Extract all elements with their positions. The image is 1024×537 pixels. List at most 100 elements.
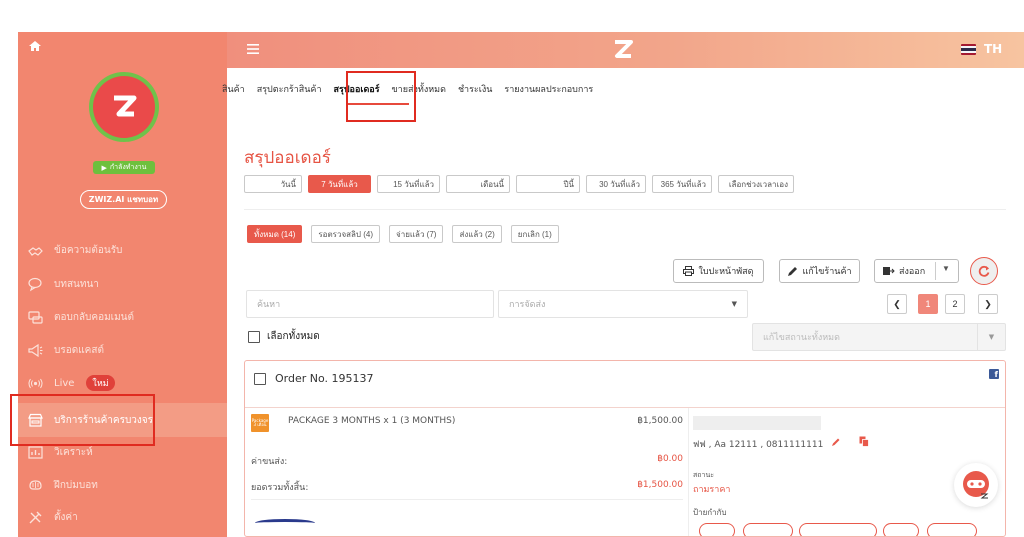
- export-icon: [883, 267, 895, 275]
- chatbot-button[interactable]: ZWIZ.AI แชทบอท: [80, 190, 167, 209]
- order-item-line: PACKAGE 3 MONTHS x 1 (3 MONTHS): [288, 416, 456, 426]
- filter-shipped-button[interactable]: ส่งแล้ว (2): [452, 225, 502, 243]
- printer-icon: [683, 266, 695, 276]
- filter-cancelled-button[interactable]: ยกเลิก (1): [510, 225, 559, 243]
- play-icon: ▶: [101, 163, 107, 172]
- refresh-icon: [978, 265, 990, 277]
- tab-products[interactable]: สินค้า: [222, 82, 245, 96]
- brand-logo: [89, 72, 159, 142]
- copy-icon[interactable]: [859, 436, 869, 447]
- caret-down-icon: ▼: [977, 324, 1005, 350]
- sidebar-item-broadcast[interactable]: บรอดแคสต์: [18, 334, 227, 366]
- shipping-fee-label: ค่าขนส่ง:: [251, 457, 288, 467]
- zwiz-logo-icon: [114, 95, 137, 117]
- tag-pill[interactable]: [799, 523, 877, 536]
- sidebar: ▶ กำลังทำงาน ZWIZ.AI แชทบอท ข้อความต้อนร…: [18, 32, 227, 537]
- tab-cart-summary[interactable]: สรุปตะกร้าสินค้า: [257, 82, 322, 96]
- date-range-group: วันนี้ 7 วันที่แล้ว 15 วันที่แล้ว เดือนน…: [244, 175, 794, 193]
- brain-icon: [29, 479, 42, 490]
- top-header: TH: [227, 32, 1024, 68]
- new-badge: ใหม่: [86, 375, 115, 391]
- sidebar-item-welcome[interactable]: ข้อความต้อนรับ: [18, 234, 227, 266]
- shipping-fee-value: ฿0.00: [657, 454, 683, 464]
- megaphone-icon: [28, 343, 43, 357]
- prev-page-button[interactable]: ❮: [887, 294, 907, 314]
- comment-reply-icon: [28, 310, 43, 324]
- tag-pill[interactable]: [699, 523, 735, 536]
- language-selector[interactable]: TH: [984, 42, 1002, 56]
- bot-status-badge[interactable]: ▶ กำลังทำงาน: [93, 161, 155, 174]
- edit-address-icon[interactable]: [831, 437, 841, 447]
- customer-address: ฟฟ , Aa 12111 , 0811111111: [693, 440, 824, 450]
- next-page-button[interactable]: ❯: [978, 294, 998, 314]
- pencil-icon: [788, 266, 798, 276]
- highlight-box-sidebar: [10, 394, 155, 446]
- export-button[interactable]: ส่งออก ▼: [874, 259, 959, 283]
- zwiz-header-logo-icon: [615, 40, 633, 58]
- filter-paid-button[interactable]: จ่ายแล้ว (7): [389, 225, 444, 243]
- highlight-box-tab: [346, 71, 416, 122]
- facebook-icon: f: [989, 369, 999, 379]
- select-all-control[interactable]: เลือกทั้งหมด: [248, 329, 320, 344]
- range-365days-button[interactable]: 365 วันที่แล้ว: [652, 175, 712, 193]
- grand-total-value: ฿1,500.00: [637, 480, 683, 490]
- tag-pill[interactable]: [927, 523, 977, 536]
- status-heading: สถานะ: [693, 471, 714, 479]
- range-15days-button[interactable]: 15 วันที่แล้ว: [377, 175, 440, 193]
- hamburger-menu-icon[interactable]: [247, 44, 259, 54]
- section-divider: [244, 209, 1006, 210]
- caret-down-icon: ▼: [731, 300, 737, 308]
- refresh-button[interactable]: [970, 257, 998, 285]
- bulk-status-select[interactable]: แก้ไขสถานะทั้งหมด ▼: [752, 323, 1006, 351]
- tag-heading: ป้ายกำกับ: [693, 508, 727, 517]
- chevron-down-icon: ▼: [942, 264, 950, 273]
- shipping-select[interactable]: การจัดส่ง ▼: [498, 290, 748, 318]
- tag-pill[interactable]: [883, 523, 919, 536]
- app-root: ▶ กำลังทำงาน ZWIZ.AI แชทบอท ข้อความต้อนร…: [0, 0, 1024, 537]
- live-broadcast-icon: [28, 378, 43, 388]
- sidebar-item-conversation[interactable]: บทสนทนา: [18, 268, 227, 300]
- order-item-price: ฿1,500.00: [637, 416, 683, 426]
- product-thumbnail: Package 3 เดือน: [251, 414, 269, 432]
- page-1-button[interactable]: 1: [918, 294, 938, 314]
- chat-widget-button[interactable]: [954, 463, 998, 507]
- sidebar-item-train-bot[interactable]: ฝึกบ่มบอท: [18, 469, 227, 501]
- search-input[interactable]: ค้นหา: [246, 290, 494, 318]
- sidebar-item-settings[interactable]: ตั้งค่า: [18, 501, 227, 533]
- select-all-checkbox[interactable]: [248, 330, 260, 343]
- chatbot-avatar-icon: [963, 471, 989, 499]
- analytics-icon: [28, 445, 43, 459]
- edit-store-button[interactable]: แก้ไขร้านค้า: [779, 259, 860, 283]
- handshake-icon: [28, 246, 43, 256]
- range-today-button[interactable]: วันนี้: [244, 175, 302, 193]
- chat-bubbles-icon: [28, 277, 42, 291]
- filter-pending-slip-button[interactable]: รอตรวจสลิป (4): [311, 225, 381, 243]
- filter-all-button[interactable]: ทั้งหมด (14): [247, 225, 303, 243]
- sidebar-item-comment-reply[interactable]: ตอบกลับคอมเมนต์: [18, 301, 227, 333]
- home-icon[interactable]: [28, 39, 42, 53]
- range-7days-button[interactable]: 7 วันที่แล้ว: [308, 175, 371, 193]
- print-label-button[interactable]: ใบปะหน้าพัสดุ: [673, 259, 764, 283]
- range-custom-button[interactable]: เลือกช่วงเวลาเอง: [718, 175, 794, 193]
- settings-tools-icon: [29, 511, 42, 523]
- grand-total-label: ยอดรวมทั้งสิ้น:: [251, 483, 309, 493]
- page-title: สรุปออเดอร์: [244, 148, 331, 168]
- order-checkbox[interactable]: [254, 372, 266, 385]
- tab-performance-report[interactable]: รายงานผลประกอบการ: [504, 82, 593, 96]
- order-title-row: Order No. 195137: [254, 372, 374, 385]
- chevron-left-icon: ❮: [893, 298, 901, 309]
- page-2-button[interactable]: 2: [945, 294, 965, 314]
- status-value[interactable]: ถามราคา: [693, 482, 730, 496]
- range-this-year-button[interactable]: ปีนี้: [516, 175, 580, 193]
- tag-pill[interactable]: [743, 523, 793, 536]
- status-filter-group: ทั้งหมด (14) รอตรวจสลิป (4) จ่ายแล้ว (7)…: [247, 225, 559, 243]
- thai-flag-icon[interactable]: [961, 44, 976, 55]
- tab-payment[interactable]: ชำระเงิน: [458, 82, 492, 96]
- order-number: Order No. 195137: [275, 372, 374, 385]
- range-this-month-button[interactable]: เดือนนี้: [446, 175, 510, 193]
- range-30days-button[interactable]: 30 วันที่แล้ว: [586, 175, 646, 193]
- order-card: Order No. 195137 f Package 3 เดือน PACKA…: [244, 360, 1006, 537]
- order-header: Order No. 195137 f: [245, 361, 1005, 408]
- export-divider: [935, 262, 936, 280]
- order-divider: [251, 499, 683, 500]
